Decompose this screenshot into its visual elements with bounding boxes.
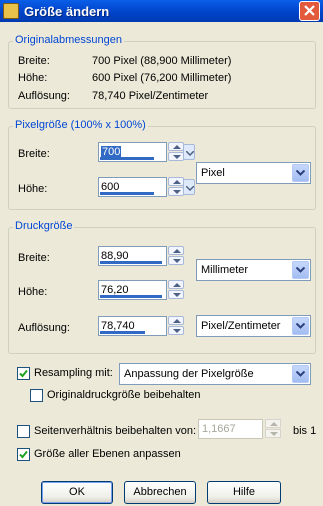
aspect-ratio-input[interactable]: 1,1667 <box>198 419 263 439</box>
arrow-up-icon <box>173 319 181 323</box>
resampling-method-value: Anpassung der Pixelgröße <box>124 368 254 380</box>
close-button[interactable] <box>299 1 320 21</box>
original-size-legend: Originalabmessungen <box>13 34 125 46</box>
print-height-spinner[interactable] <box>168 280 186 300</box>
checkmark-icon <box>19 369 28 378</box>
pixel-width-input[interactable]: 700 <box>98 142 167 162</box>
arrow-up-icon <box>173 249 181 253</box>
pixel-height-down-button[interactable] <box>168 187 184 196</box>
print-unit-value: Millimeter <box>201 264 249 276</box>
keep-print-size-checkbox[interactable] <box>30 389 43 402</box>
pixel-height-slider-bar[interactable] <box>100 192 154 195</box>
print-width-down-button[interactable] <box>168 256 184 265</box>
aspect-ratio-value: 1,1667 <box>202 423 236 435</box>
resampling-checkbox[interactable] <box>17 367 30 380</box>
print-resolution-down-button[interactable] <box>168 326 184 335</box>
resize-dialog: Größe ändern Originalabmessungen Breite:… <box>0 0 323 506</box>
chevron-down-icon <box>186 186 194 191</box>
arrow-up-icon <box>270 422 278 426</box>
aspect-ratio-down-button[interactable] <box>265 429 281 438</box>
arrow-down-icon <box>270 432 278 436</box>
print-unit-select[interactable]: Millimeter <box>196 259 311 281</box>
arrow-down-icon <box>173 293 181 297</box>
arrow-up-icon <box>173 145 181 149</box>
print-size-legend: Druckgröße <box>13 220 75 232</box>
chevron-down-icon <box>296 371 305 377</box>
resampling-label[interactable]: Resampling mit: <box>34 367 113 379</box>
arrow-up-icon <box>173 283 181 287</box>
print-resolution-slider-bar[interactable] <box>100 331 145 334</box>
resize-app-icon <box>3 3 19 19</box>
close-icon <box>304 5 315 16</box>
pixel-width-down-button[interactable] <box>168 152 184 161</box>
pixel-width-slider-bar[interactable] <box>100 157 154 160</box>
resolution-unit-select[interactable]: Pixel/Zentimeter <box>196 315 311 337</box>
arrow-down-icon <box>173 329 181 333</box>
pixel-unit-dropdown-button[interactable] <box>292 164 309 182</box>
print-unit-dropdown-button[interactable] <box>292 261 309 279</box>
window-title: Größe ändern <box>24 4 110 19</box>
pixel-height-dropdown[interactable] <box>183 177 196 197</box>
chevron-down-icon <box>296 323 305 329</box>
original-resolution-value: 78,740 Pixel/Zentimeter <box>92 90 209 102</box>
chevron-down-icon <box>186 151 194 156</box>
print-width-slider-bar[interactable] <box>100 261 162 264</box>
arrow-up-icon <box>173 180 181 184</box>
resize-all-layers-checkbox[interactable] <box>17 448 30 461</box>
ok-button[interactable]: OK <box>41 481 113 504</box>
title-bar: Größe ändern <box>0 0 323 22</box>
pixel-height-label: Höhe: <box>18 183 48 195</box>
pixel-width-label: Breite: <box>18 148 50 160</box>
print-width-up-button[interactable] <box>168 246 184 255</box>
chevron-down-icon <box>296 267 305 273</box>
pixel-unit-value: Pixel <box>201 167 225 179</box>
print-width-spinner[interactable] <box>168 246 186 266</box>
print-height-slider-bar[interactable] <box>100 295 162 298</box>
pixel-width-dropdown[interactable] <box>183 142 196 162</box>
print-height-up-button[interactable] <box>168 280 184 289</box>
keep-aspect-label[interactable]: Seitenverhältnis beibehalten von: <box>34 425 196 437</box>
arrow-down-icon <box>173 155 181 159</box>
help-button[interactable]: Hilfe <box>207 481 281 504</box>
print-width-label: Breite: <box>18 252 50 264</box>
aspect-ratio-up-button[interactable] <box>265 419 281 428</box>
keep-print-size-label[interactable]: Originaldruckgröße beibehalten <box>47 389 200 401</box>
resampling-method-select[interactable]: Anpassung der Pixelgröße <box>119 363 311 385</box>
resize-all-layers-label[interactable]: Größe aller Ebenen anpassen <box>34 448 181 460</box>
print-resolution-input[interactable]: 78,740 <box>98 316 167 336</box>
print-height-input[interactable]: 76,20 <box>98 280 167 300</box>
arrow-down-icon <box>173 259 181 263</box>
resolution-unit-value: Pixel/Zentimeter <box>201 320 281 332</box>
checkmark-icon <box>19 450 28 459</box>
print-height-label: Höhe: <box>18 286 48 298</box>
original-width-value: 700 Pixel (88,900 Millimeter) <box>92 55 232 67</box>
print-width-input[interactable]: 88,90 <box>98 246 167 266</box>
pixel-height-up-button[interactable] <box>168 177 184 186</box>
original-resolution-label: Auflösung: <box>18 90 70 102</box>
pixel-height-input[interactable]: 600 <box>98 177 167 197</box>
keep-aspect-checkbox[interactable] <box>17 425 30 438</box>
pixel-width-up-button[interactable] <box>168 142 184 151</box>
original-width-label: Breite: <box>18 55 50 67</box>
resolution-unit-dropdown-button[interactable] <box>292 317 309 335</box>
print-resolution-label: Auflösung: <box>18 322 70 334</box>
print-resolution-up-button[interactable] <box>168 316 184 325</box>
cancel-button[interactable]: Abbrechen <box>124 481 196 504</box>
aspect-ratio-spinner[interactable] <box>265 419 283 439</box>
pixel-unit-select[interactable]: Pixel <box>196 162 311 184</box>
resampling-method-dropdown-button[interactable] <box>292 365 309 383</box>
arrow-down-icon <box>173 190 181 194</box>
print-height-down-button[interactable] <box>168 290 184 299</box>
original-height-label: Höhe: <box>18 72 48 84</box>
aspect-ratio-suffix: bis 1 <box>293 425 317 437</box>
original-height-value: 600 Pixel (76,200 Millimeter) <box>92 72 232 84</box>
pixel-size-legend: Pixelgröße (100% x 100%) <box>13 119 148 131</box>
chevron-down-icon <box>296 170 305 176</box>
print-resolution-spinner[interactable] <box>168 316 186 336</box>
